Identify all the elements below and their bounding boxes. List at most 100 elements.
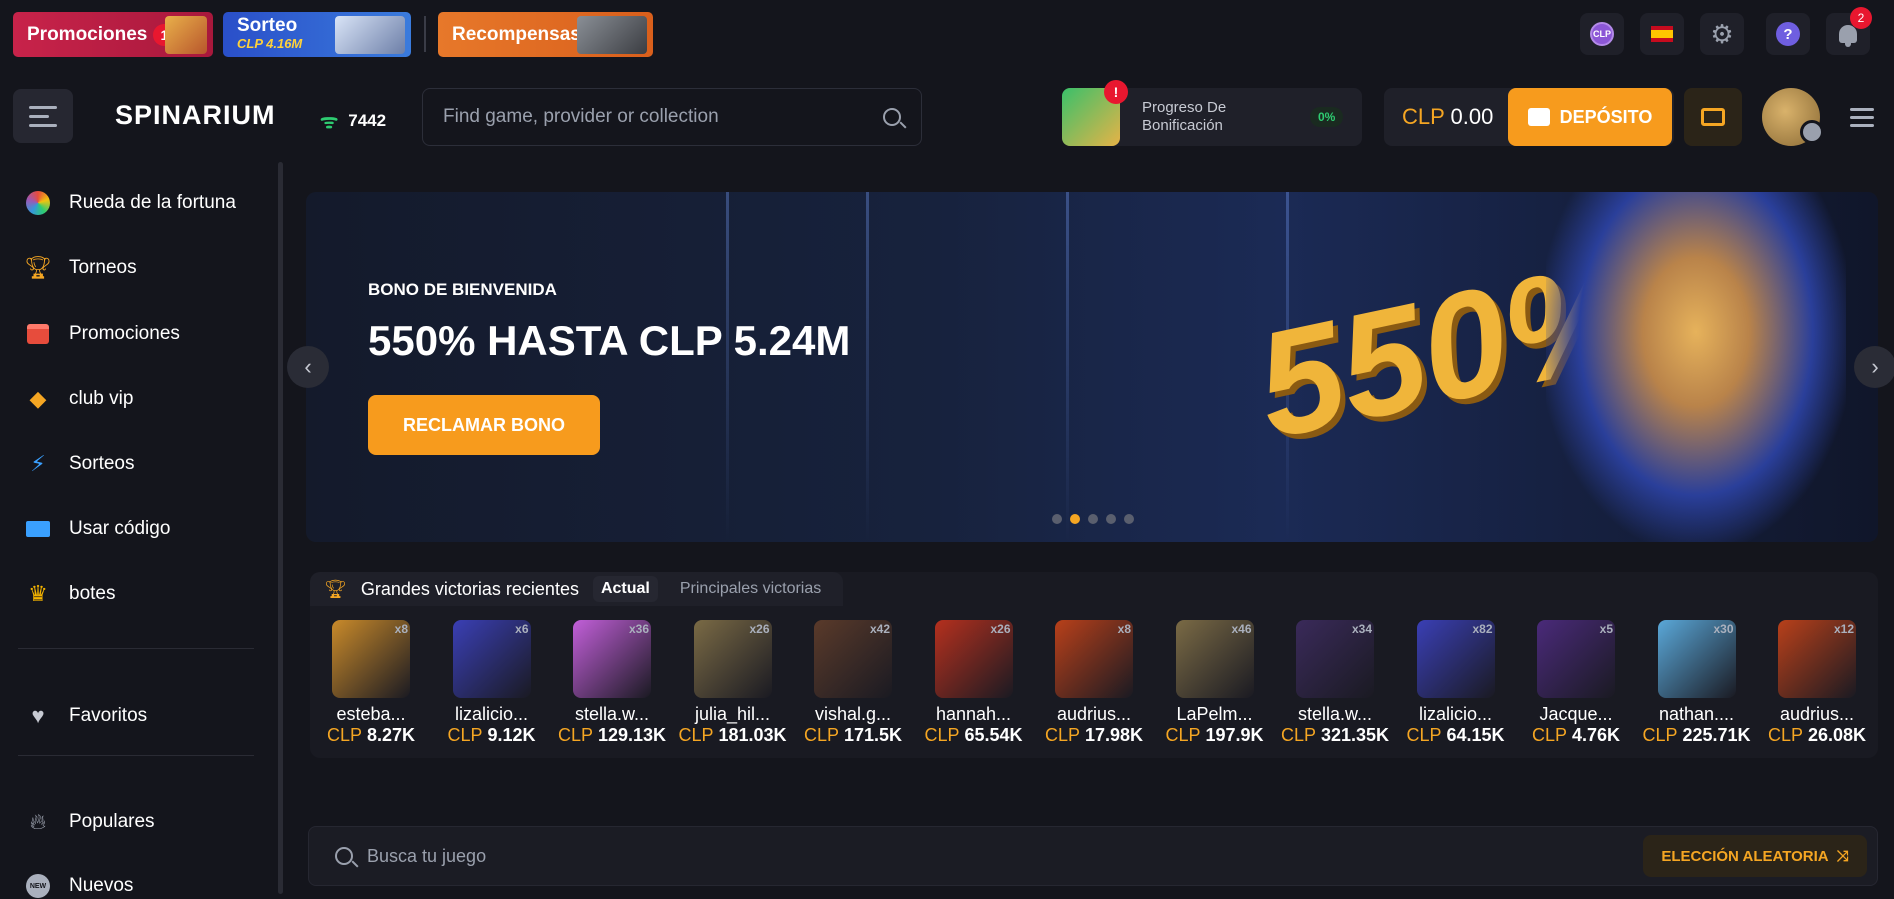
language-button[interactable] (1640, 13, 1684, 55)
win-card[interactable]: x82 lizalicio... CLP 64.15K (1401, 620, 1511, 746)
win-card[interactable]: x30 nathan.... CLP 225.71K (1642, 620, 1752, 746)
win-card[interactable]: x46 LaPelm... CLP 197.9K (1160, 620, 1270, 746)
hero-headline: 550% HASTA CLP 5.24M (368, 317, 851, 364)
help-button[interactable]: ? (1766, 13, 1810, 55)
win-value: 65.54K (964, 725, 1023, 745)
recent-wins-header: 🏆︎ Grandes victorias recientes Actual Pr… (310, 572, 844, 606)
win-card[interactable]: x26 julia_hil... CLP 181.03K (678, 620, 788, 746)
search-icon[interactable] (883, 108, 901, 126)
win-amount: CLP 181.03K (678, 725, 788, 746)
game-thumbnail[interactable]: x34 (1296, 620, 1374, 698)
carousel-dot[interactable] (1052, 514, 1062, 524)
raffle-banner-button[interactable]: Sorteo CLP 4.16M (223, 12, 411, 57)
menu-button[interactable] (1850, 108, 1874, 127)
sidebar: Rueda de la fortuna 🏆︎ Torneos Promocion… (0, 160, 278, 898)
multiplier: x34 (1351, 622, 1372, 636)
win-card[interactable]: x42 vishal.g... CLP 171.5K (798, 620, 908, 746)
game-thumbnail[interactable]: x36 (573, 620, 651, 698)
carousel-dot[interactable] (1088, 514, 1098, 524)
rewards-banner-button[interactable]: Recompensas (438, 12, 653, 57)
avatar[interactable] (1762, 88, 1824, 146)
level-badge-icon (1800, 120, 1824, 144)
shuffle-icon: ⤨ (1836, 847, 1849, 865)
game-thumbnail[interactable]: x6 (452, 620, 531, 698)
sidebar-item-wheel[interactable]: Rueda de la fortuna (25, 190, 236, 216)
balance[interactable]: CLP 0.00 (1384, 104, 1508, 130)
winner-name: stella.w... (1297, 704, 1373, 724)
sidebar-item-tournaments[interactable]: 🏆︎ Torneos (24, 255, 137, 281)
ticket-icon (25, 516, 51, 542)
win-card[interactable]: x34 stella.w... CLP 321.35K (1280, 620, 1390, 746)
sidebar-item-popular[interactable]: 🔥︎ Populares (25, 809, 155, 835)
bell-icon (1839, 25, 1857, 47)
game-thumbnail[interactable]: x26 (934, 620, 1013, 698)
tab-top-wins[interactable]: Principales victorias (672, 576, 829, 602)
sidebar-scrollbar[interactable] (278, 162, 283, 894)
sidebar-toggle-button[interactable] (13, 89, 73, 143)
gift-icon: ! (1062, 80, 1128, 146)
win-amount: CLP 4.76K (1521, 725, 1631, 746)
tab-current[interactable]: Actual (592, 576, 658, 602)
win-card[interactable]: x36 stella.w... CLP 129.13K (557, 620, 667, 746)
game-thumbnail[interactable]: x8 (332, 620, 410, 698)
game-thumbnail[interactable]: x30 (1657, 620, 1736, 698)
win-card[interactable]: x26 hannah... CLP 65.54K (919, 620, 1029, 746)
game-thumbnail[interactable]: x46 (1175, 620, 1254, 698)
tv-button[interactable] (1684, 88, 1742, 146)
sidebar-item-jackpots[interactable]: ♛ botes (25, 581, 115, 607)
sidebar-item-raffles[interactable]: ⚡︎ Sorteos (25, 451, 134, 477)
game-thumbnail[interactable]: x42 (814, 620, 892, 698)
currency-button[interactable]: CLP (1580, 13, 1624, 55)
winner-name: lizalicio... (1418, 704, 1493, 724)
win-amount: CLP 65.54K (919, 725, 1029, 746)
sidebar-item-redeem-code[interactable]: Usar código (25, 516, 170, 542)
divider (424, 16, 426, 52)
promotions-banner-button[interactable]: Promociones 1 (13, 12, 213, 57)
winner-name: audrius... (1779, 704, 1855, 724)
win-card[interactable]: x5 Jacque... CLP 4.76K (1521, 620, 1631, 746)
search-icon (335, 847, 353, 865)
win-value: 225.71K (1682, 725, 1751, 745)
settings-button[interactable]: ⚙ (1700, 13, 1744, 55)
deposit-button[interactable]: DEPÓSITO (1508, 88, 1672, 146)
carousel-next-button[interactable]: › (1854, 346, 1894, 388)
random-pick-label: ELECCIÓN ALEATORIA (1661, 847, 1829, 865)
carousel-dot-active[interactable] (1070, 514, 1080, 524)
win-card[interactable]: x8 audrius... CLP 17.98K (1039, 620, 1149, 746)
winner-name: lizalicio... (454, 704, 529, 724)
win-amount: CLP 225.71K (1642, 725, 1752, 746)
notifications-button[interactable]: 2 (1826, 7, 1872, 55)
game-thumbnail[interactable]: x12 (1778, 620, 1856, 698)
sidebar-item-vip[interactable]: ◆ club vip (25, 386, 134, 412)
carousel-dot[interactable] (1124, 514, 1134, 524)
game-thumbnail[interactable]: x26 (693, 620, 772, 698)
sidebar-item-label: Rueda de la fortuna (69, 192, 236, 213)
win-amount: CLP 171.5K (798, 725, 908, 746)
game-thumbnail[interactable]: x8 (1055, 620, 1133, 698)
win-card[interactable]: x12 audrius... CLP 26.08K (1762, 620, 1872, 746)
chevron-right-icon: › (1871, 354, 1879, 379)
win-card[interactable]: x6 lizalicio... CLP 9.12K (437, 620, 547, 746)
sidebar-item-favorites[interactable]: ♥ Favoritos (25, 703, 147, 729)
multiplier: x5 (1599, 622, 1613, 636)
claim-bonus-button[interactable]: RECLAMAR BONO (368, 395, 600, 455)
winner-name: Jacque... (1539, 704, 1613, 724)
site-logo[interactable]: SPINARIUM (115, 100, 276, 131)
sidebar-item-new[interactable]: NEW Nuevos (25, 873, 133, 899)
win-value: 8.27K (366, 725, 416, 745)
wheel-icon (25, 190, 51, 216)
notifications-badge: 2 (1850, 7, 1872, 29)
sidebar-item-promotions[interactable]: Promociones (25, 321, 180, 347)
game-search-input[interactable]: Busca tu juego ELECCIÓN ALEATORIA ⤨ (308, 826, 1878, 886)
hero-banner: 550% BONO DE BIENVENIDA 550% HASTA CLP 5… (306, 192, 1878, 542)
carousel-dot[interactable] (1106, 514, 1116, 524)
game-thumbnail[interactable]: x5 (1537, 620, 1615, 698)
search-input[interactable]: Find game, provider or collection (422, 88, 922, 146)
game-thumbnail[interactable]: x82 (1416, 620, 1495, 698)
random-pick-button[interactable]: ELECCIÓN ALEATORIA ⤨ (1643, 835, 1867, 877)
bonus-progress-widget[interactable]: ! Progreso De Bonificación 0% (1062, 80, 1362, 146)
multiplier: x82 (1472, 622, 1493, 636)
win-card[interactable]: x8 esteba... CLP 8.27K (316, 620, 426, 746)
carousel-prev-button[interactable]: ‹ (287, 346, 329, 388)
win-value: 4.76K (1571, 725, 1621, 745)
